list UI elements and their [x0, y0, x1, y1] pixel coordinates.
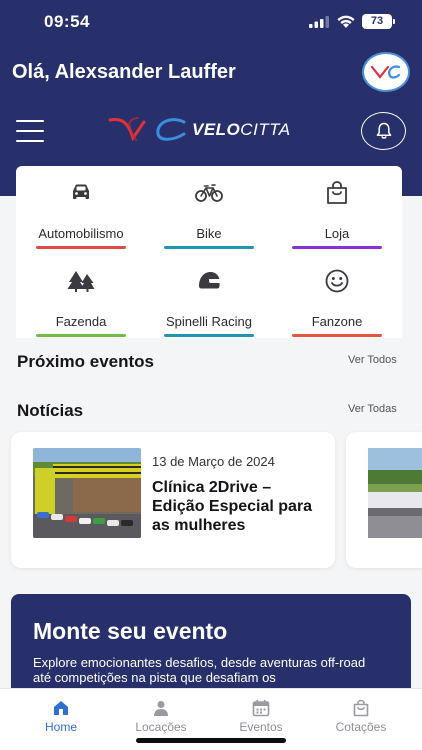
- tab-home[interactable]: Home: [21, 699, 101, 734]
- shopping-bag-icon: [327, 181, 347, 204]
- wifi-icon: [337, 15, 355, 28]
- news-title: Clínica 2Drive – Edição Especial para as…: [152, 479, 313, 534]
- category-bike[interactable]: Bike: [154, 180, 264, 250]
- tab-locacoes[interactable]: Locações: [121, 699, 201, 734]
- category-label: Loja: [324, 226, 350, 241]
- greeting-text: Olá, Alexsander Lauffer: [12, 61, 236, 83]
- velocitta-logo-icon: [371, 65, 401, 79]
- notifications-button[interactable]: [361, 112, 406, 150]
- category-underline: [164, 246, 254, 249]
- events-see-all-link[interactable]: Ver Todos: [348, 354, 397, 366]
- car-icon: [73, 184, 89, 199]
- cellular-signal-icon: [309, 16, 329, 28]
- news-date: 13 de Março de 2024: [152, 454, 275, 469]
- news-card[interactable]: [346, 432, 422, 568]
- news-card[interactable]: 13 de Março de 2024 Clínica 2Drive – Edi…: [11, 432, 335, 568]
- category-fazenda[interactable]: Fazenda: [26, 268, 136, 338]
- tab-label: Locações: [135, 720, 187, 734]
- home-icon: [54, 701, 68, 715]
- category-label: Bike: [196, 226, 222, 241]
- category-spinelli-racing[interactable]: Spinelli Racing: [154, 268, 264, 338]
- trees-icon: [67, 271, 95, 292]
- category-label: Spinelli Racing: [166, 314, 252, 329]
- battery-tip: [393, 19, 395, 24]
- category-loja[interactable]: Loja: [282, 180, 392, 250]
- category-fanzone[interactable]: Fanzone: [282, 268, 392, 338]
- bell-icon: [376, 122, 391, 139]
- avatar[interactable]: [362, 52, 410, 92]
- promo-description: Explore emocionantes desafios, desde ave…: [33, 655, 366, 685]
- news-image: [33, 448, 141, 538]
- category-label: Fazenda: [55, 314, 107, 329]
- battery-indicator: 73: [362, 14, 392, 29]
- category-label: Automobilismo: [38, 226, 124, 241]
- news-see-all-link[interactable]: Ver Todas: [348, 403, 397, 415]
- category-grid: Automobilismo Bike Loja Fazenda Spinelli…: [16, 166, 402, 338]
- velocitta-logo-icon: [108, 117, 186, 142]
- bag-icon: [353, 699, 369, 717]
- promo-title: Monte seu evento: [33, 618, 228, 644]
- category-underline: [36, 246, 126, 249]
- app-logo: VELOCITTA: [108, 114, 304, 146]
- events-section-title: Próximo eventos: [17, 352, 154, 371]
- category-underline: [36, 334, 126, 337]
- category-underline: [292, 246, 382, 249]
- news-image: [368, 448, 422, 538]
- menu-icon[interactable]: [16, 120, 44, 142]
- home-indicator: [136, 738, 286, 743]
- category-underline: [164, 334, 254, 337]
- smiley-icon: [325, 269, 349, 293]
- tab-label: Cotações: [335, 720, 387, 734]
- status-time: 09:54: [44, 12, 90, 31]
- news-section-title: Notícias: [17, 401, 84, 420]
- tab-label: Home: [44, 720, 77, 734]
- status-bar: 09:54 73: [0, 0, 422, 44]
- calendar-icon: [252, 700, 270, 717]
- helmet-icon: [199, 272, 220, 289]
- tab-label: Eventos: [239, 720, 283, 734]
- user-icon: [154, 701, 168, 716]
- bicycle-icon: [195, 184, 223, 202]
- category-automobilismo[interactable]: Automobilismo: [26, 180, 136, 250]
- tab-cotacoes[interactable]: Cotações: [321, 699, 401, 734]
- tab-eventos[interactable]: Eventos: [221, 699, 301, 734]
- category-label: Fanzone: [311, 314, 363, 329]
- logo-text: VELOCITTA: [192, 120, 291, 139]
- category-underline: [292, 334, 382, 337]
